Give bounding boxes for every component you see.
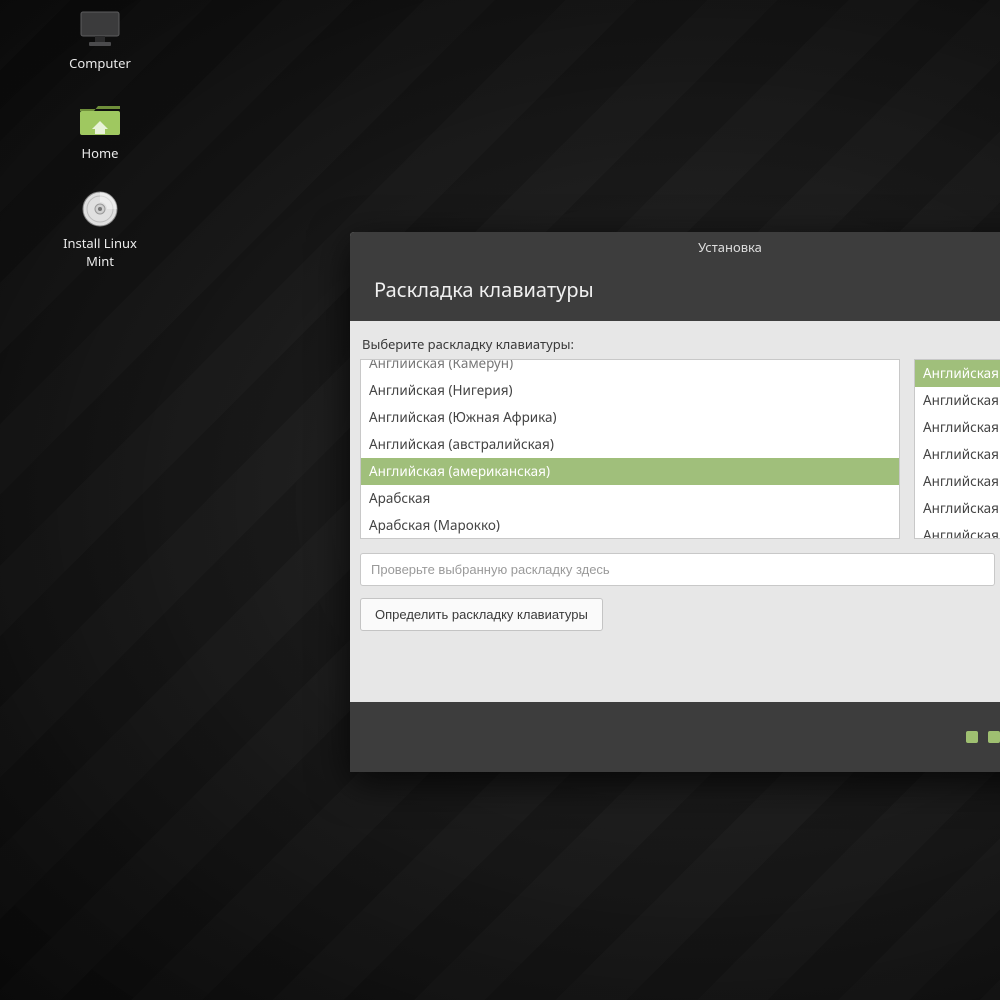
prompt-label: Выберите раскладку клавиатуры:: [362, 335, 1000, 353]
content-area: Выберите раскладку клавиатуры: Английска…: [350, 321, 1000, 702]
list-item[interactable]: Английская (Камерун): [361, 359, 899, 377]
list-item[interactable]: Английская (а: [915, 468, 1000, 495]
list-item[interactable]: Английская (а: [915, 414, 1000, 441]
list-item[interactable]: Арабская (Сирия): [361, 538, 899, 539]
window-titlebar[interactable]: Установка: [350, 232, 1000, 262]
detect-layout-button[interactable]: Определить раскладку клавиатуры: [360, 598, 603, 631]
list-item[interactable]: Английская (Южная Африка): [361, 404, 899, 431]
progress-dot: [966, 731, 978, 743]
folder-home-icon: [77, 100, 123, 138]
page-header: Раскладка клавиатуры: [350, 262, 1000, 321]
list-item[interactable]: Арабская (Марокко): [361, 512, 899, 539]
disc-icon: [77, 190, 123, 228]
window-title: Установка: [698, 238, 762, 256]
list-item[interactable]: Английская (а: [915, 387, 1000, 414]
desktop-icon-label: Home: [82, 144, 119, 162]
desktop-icons: Computer Home Install Linux Mint: [50, 10, 150, 270]
progress-dots: [966, 731, 1000, 743]
layout-list-right[interactable]: Английская (аАнглийская (аАнглийская (аА…: [914, 359, 1000, 539]
list-item[interactable]: Английская (а: [915, 441, 1000, 468]
list-item[interactable]: Английская (а: [915, 522, 1000, 539]
desktop-icon-computer[interactable]: Computer: [50, 10, 150, 72]
desktop-icon-label: Computer: [69, 54, 131, 72]
list-item[interactable]: Английская (а: [915, 360, 1000, 387]
footer: [350, 702, 1000, 772]
desktop-icon-label: Install Linux Mint: [50, 234, 150, 270]
detect-row: Определить раскладку клавиатуры: [360, 598, 1000, 631]
list-item[interactable]: Английская (Нигерия): [361, 377, 899, 404]
computer-icon: [77, 10, 123, 48]
desktop-icon-install[interactable]: Install Linux Mint: [50, 190, 150, 270]
test-layout-input[interactable]: [360, 553, 995, 586]
list-item[interactable]: Английская (американская): [361, 458, 899, 485]
keyboard-lists: Английская (Камерун)Английская (Нигерия)…: [360, 359, 1000, 539]
list-item[interactable]: Английская (а: [915, 495, 1000, 522]
installer-window: Установка Раскладка клавиатуры Выберите …: [350, 232, 1000, 772]
list-item[interactable]: Английская (австралийская): [361, 431, 899, 458]
page-title: Раскладка клавиатуры: [374, 276, 594, 303]
layout-list-left[interactable]: Английская (Камерун)Английская (Нигерия)…: [360, 359, 900, 539]
progress-dot: [988, 731, 1000, 743]
test-row: [360, 553, 1000, 586]
desktop-icon-home[interactable]: Home: [50, 100, 150, 162]
list-item[interactable]: Арабская: [361, 485, 899, 512]
